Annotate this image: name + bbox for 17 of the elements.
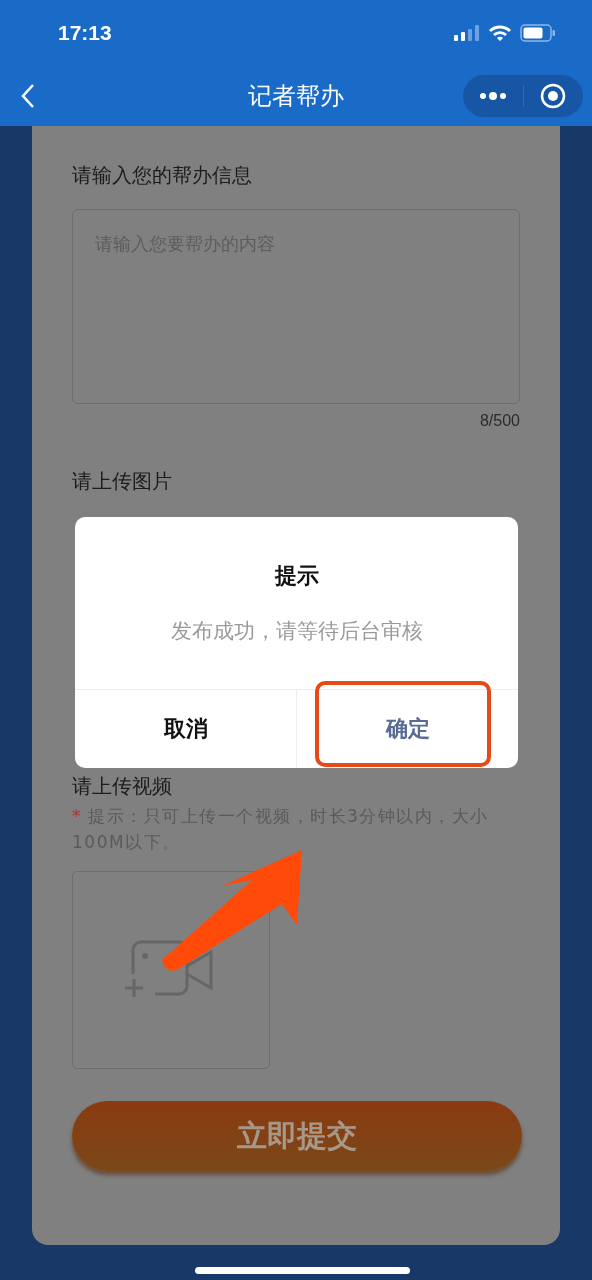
cancel-button[interactable]: 取消 xyxy=(75,690,296,768)
page-title: 记者帮办 xyxy=(248,80,344,112)
field-label: 请上传视频 xyxy=(72,773,173,800)
signal-icon xyxy=(454,24,480,41)
confirm-button[interactable]: 确定 xyxy=(296,690,518,768)
field-label: 请输入您的帮办信息 xyxy=(72,162,253,189)
status-time: 17:13 xyxy=(58,20,112,45)
dialog-message: 发布成功，请等待后台审核 xyxy=(169,618,424,645)
char-counter: 8/500 xyxy=(478,412,520,430)
back-icon[interactable] xyxy=(20,82,36,109)
field-label: 请上传图片 xyxy=(72,468,173,495)
more-icon[interactable] xyxy=(478,91,507,100)
dialog-title: 提示 xyxy=(273,562,320,590)
submit-button[interactable]: 立即提交 xyxy=(72,1101,522,1171)
battery-icon xyxy=(520,23,556,42)
wifi-icon xyxy=(488,23,512,42)
close-icon[interactable] xyxy=(540,82,567,109)
